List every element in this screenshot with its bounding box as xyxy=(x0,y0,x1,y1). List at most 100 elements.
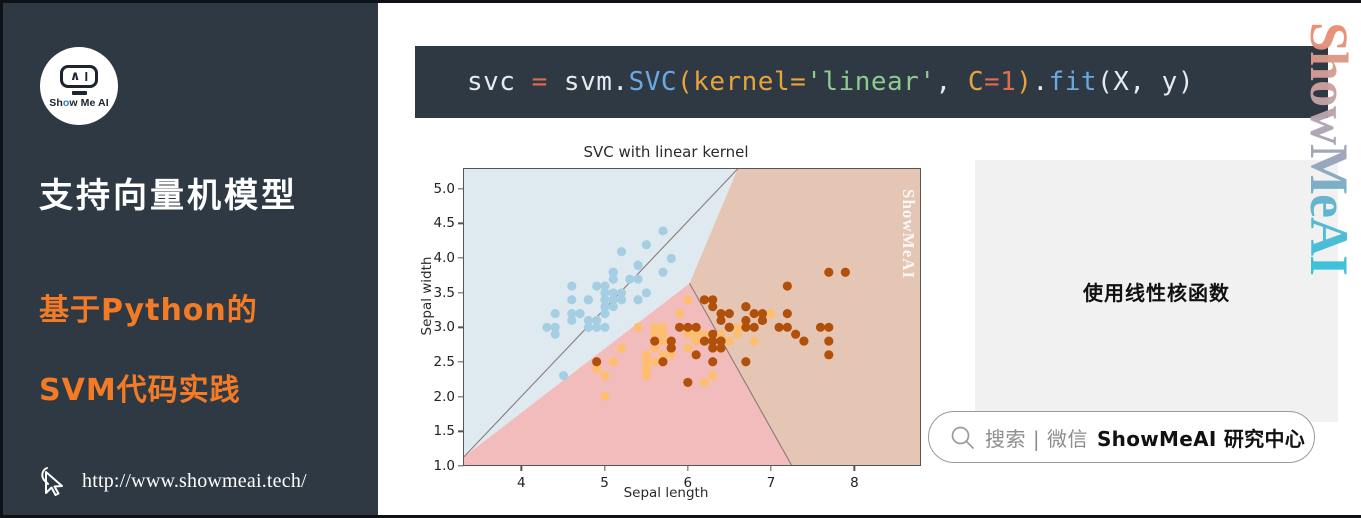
code-token-8: 'linear' xyxy=(806,67,936,97)
code-token-14: ) xyxy=(1016,67,1033,97)
scatter-point-setosa xyxy=(600,322,610,332)
scatter-point-setosa xyxy=(633,274,643,284)
scatter-point-setosa xyxy=(567,281,577,291)
logo-monitor-icon: ∧ I xyxy=(60,65,98,89)
scatter-point-virginica xyxy=(824,350,834,360)
logo-monitor-stand xyxy=(71,91,87,95)
scatter-point-virginica xyxy=(782,281,792,291)
scatter-point-virginica xyxy=(699,295,710,305)
chart-title: SVC with linear kernel xyxy=(583,143,749,161)
scatter-point-virginica xyxy=(741,357,751,367)
code-token-2: = xyxy=(531,67,548,97)
scatter-point-versicolor xyxy=(674,308,685,319)
sidebar: ∧ I Show Me AI 支持向量机模型 基于Python的 SVM代码实践… xyxy=(0,0,378,518)
scatter-point-setosa xyxy=(641,288,651,298)
scatter-point-versicolor xyxy=(658,336,668,346)
scatter-point-setosa xyxy=(600,302,610,312)
scatter-point-setosa xyxy=(542,322,552,332)
scatter-point-virginica xyxy=(741,302,751,312)
code-token-7: = xyxy=(790,67,807,97)
scatter-point-versicolor xyxy=(749,336,759,346)
code-token-16: fit xyxy=(1048,67,1098,97)
scatter-point-setosa xyxy=(600,288,610,298)
scatter-point-virginica xyxy=(791,329,801,339)
scatter-point-virginica xyxy=(757,315,768,326)
x-tick-mark xyxy=(603,466,606,471)
scatter-point-versicolor xyxy=(600,391,610,401)
scatter-point-setosa xyxy=(592,315,602,326)
website-url-text: http://www.showmeai.tech/ xyxy=(82,469,307,492)
code-token-12: = xyxy=(983,67,1001,97)
code-token-15: . xyxy=(1032,67,1049,97)
chart-x-axis-label: Sepal length xyxy=(623,485,709,501)
scatter-point-setosa xyxy=(616,247,627,257)
search-placeholder-text: 搜索 | 微信 xyxy=(985,426,1088,451)
wechat-search-bar[interactable]: 搜索 | 微信 ShowMeAI 研究中心 xyxy=(928,411,1315,463)
code-token-3: svm. xyxy=(547,67,629,97)
chart-svg xyxy=(464,169,920,465)
scatter-point-versicolor xyxy=(616,343,627,353)
y-tick-label: 4.0 xyxy=(433,250,455,267)
x-tick-mark xyxy=(770,466,772,471)
code-snippet-text: svc = svm.SVC(kernel='linear', C=1).fit(… xyxy=(467,67,1194,97)
page-title: 支持向量机模型 xyxy=(39,176,298,216)
scatter-point-virginica xyxy=(708,295,718,305)
scatter-point-virginica xyxy=(666,343,676,353)
x-tick-mark xyxy=(853,466,856,471)
y-tick-mark xyxy=(458,257,463,259)
logo-brand-text: Show Me AI xyxy=(49,97,109,109)
search-icon xyxy=(951,426,974,449)
scatter-point-versicolor xyxy=(724,336,734,346)
scatter-point-virginica xyxy=(674,322,685,332)
x-tick-label: 4 xyxy=(516,475,526,491)
y-tick-label: 1.5 xyxy=(433,423,455,440)
scatter-point-versicolor xyxy=(683,343,693,353)
search-brand-text: ShowMeAI 研究中心 xyxy=(1096,426,1306,451)
scatter-point-versicolor xyxy=(708,370,718,381)
scatter-point-versicolor xyxy=(608,357,618,367)
scatter-point-versicolor xyxy=(641,350,651,360)
cursor-pointer-icon xyxy=(41,467,63,496)
scatter-point-versicolor xyxy=(691,336,701,346)
y-tick-label: 2.0 xyxy=(433,388,455,405)
svm-decision-boundary-chart: SVC with linear kernel Sepal width Sepal… xyxy=(409,133,923,508)
x-tick-label: 7 xyxy=(766,475,776,491)
scatter-point-setosa xyxy=(592,281,602,291)
logo-mark-left: ∧ xyxy=(69,69,81,85)
scatter-point-virginica xyxy=(741,322,751,332)
scatter-point-versicolor xyxy=(633,322,643,332)
code-token-13: 1 xyxy=(1000,67,1017,97)
scatter-point-versicolor xyxy=(683,295,693,305)
scatter-point-virginica xyxy=(708,336,718,346)
y-tick-label: 3.0 xyxy=(433,319,455,336)
scatter-point-virginica xyxy=(824,267,834,277)
scatter-point-virginica xyxy=(699,336,710,346)
scatter-point-versicolor xyxy=(766,308,776,319)
scatter-point-setosa xyxy=(558,370,569,381)
scatter-point-virginica xyxy=(774,322,784,332)
scatter-point-virginica xyxy=(683,377,693,387)
logo-mark-right: I xyxy=(84,69,89,85)
x-tick-label: 8 xyxy=(850,475,859,491)
scatter-point-virginica xyxy=(824,322,834,332)
x-tick-label: 5 xyxy=(600,475,609,491)
y-tick-mark xyxy=(458,222,463,225)
scatter-point-virginica xyxy=(716,336,726,346)
website-url-row[interactable]: http://www.showmeai.tech/ xyxy=(39,465,307,497)
scatter-point-setosa xyxy=(608,267,618,277)
scatter-point-virginica xyxy=(683,322,693,332)
y-tick-label: 5.0 xyxy=(433,180,455,197)
scatter-point-setosa xyxy=(550,322,560,332)
subtitle-line-1: 基于Python的 xyxy=(39,293,258,328)
scatter-point-setosa xyxy=(666,253,676,264)
code-token-6: kernel xyxy=(693,67,791,97)
scatter-point-virginica xyxy=(782,322,792,332)
x-tick-mark xyxy=(687,466,689,471)
scatter-point-setosa xyxy=(567,308,577,319)
code-snippet-bar: svc = svm.SVC(kernel='linear', C=1).fit(… xyxy=(415,46,1328,118)
y-tick-mark xyxy=(458,188,463,190)
scatter-point-versicolor xyxy=(600,370,610,381)
scatter-point-setosa xyxy=(641,240,651,250)
x-tick-mark xyxy=(520,466,522,471)
scatter-point-virginica xyxy=(724,308,734,319)
